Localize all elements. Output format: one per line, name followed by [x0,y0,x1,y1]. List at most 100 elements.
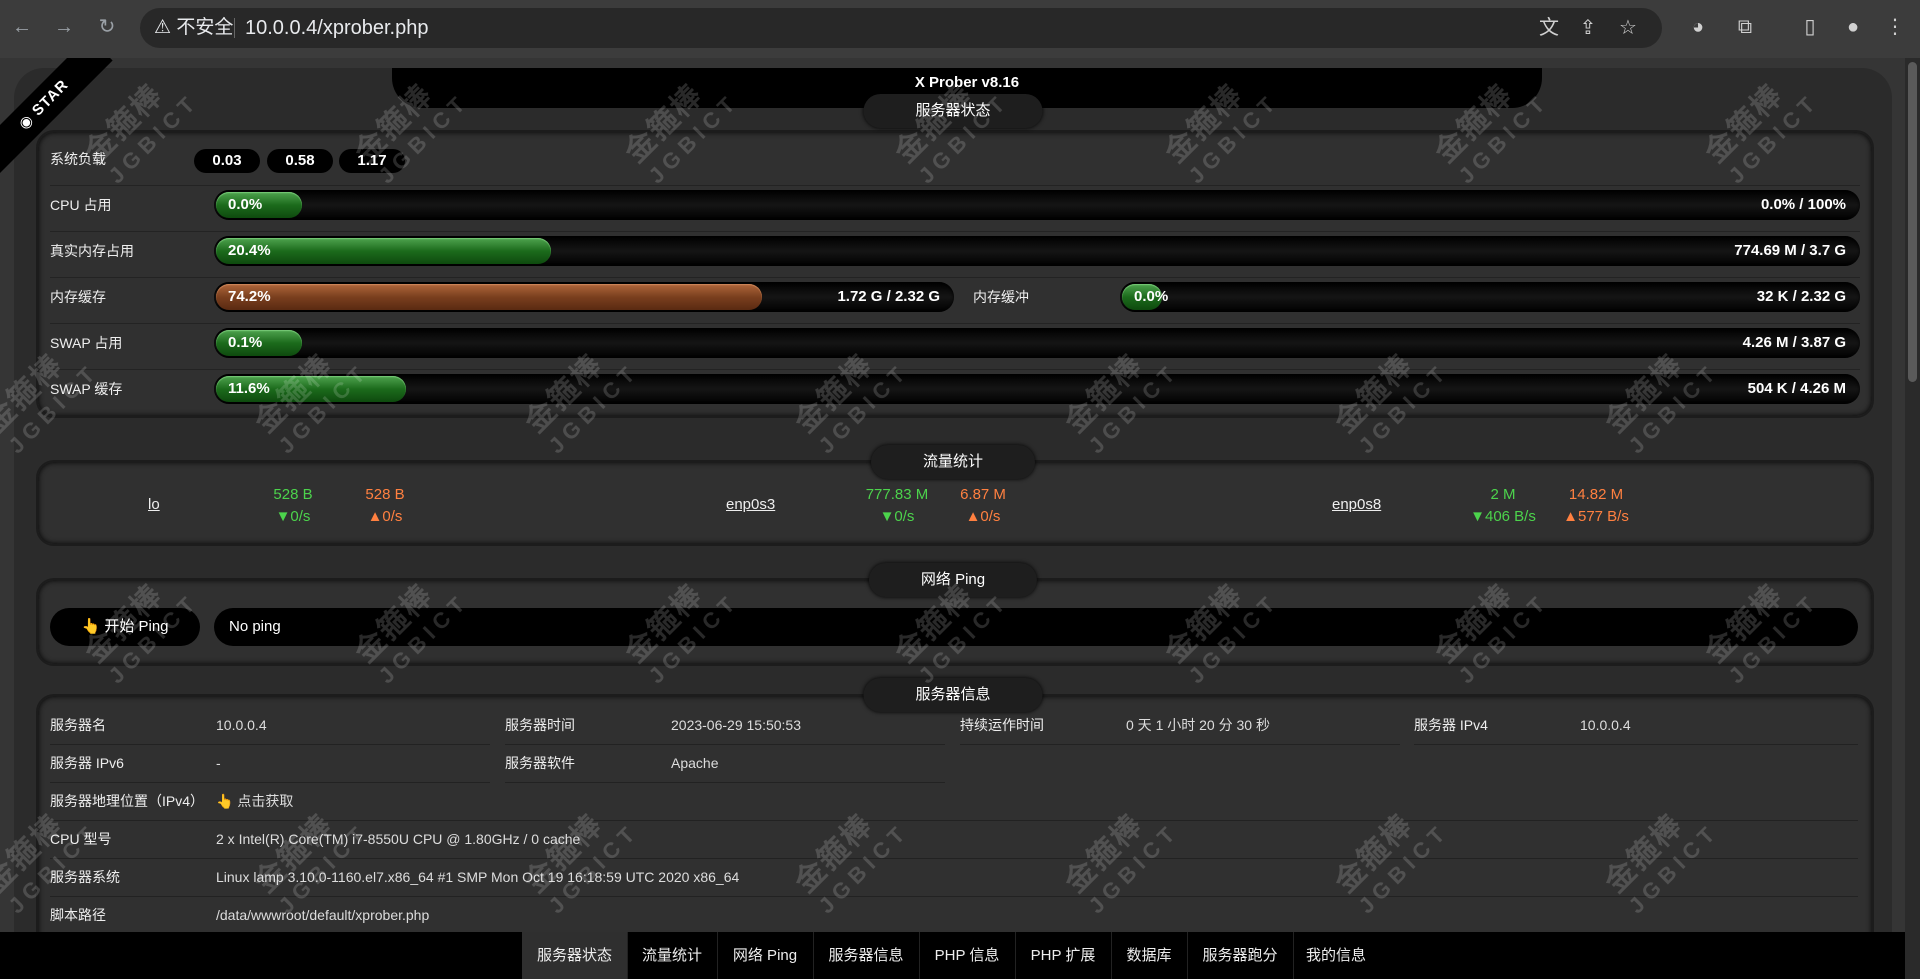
server-time-value: 2023-06-29 15:50:53 [671,717,801,733]
mem-buffer-label: 内存缓冲 [973,289,1029,305]
side-panel-icon[interactable]: ▯ [1795,12,1825,42]
ipv4-cell: 服务器 IPv4 10.0.0.4 [1414,706,1858,745]
reload-icon[interactable]: ↻ [93,13,121,41]
profile-icon[interactable]: ● [1838,12,1868,42]
github-icon: ◉ [15,110,38,133]
script-path-cell: 脚本路径 /data/wwwroot/default/xprober.php [50,896,1858,935]
server-os-label: 服务器系统 [50,869,120,885]
extension-color-icon[interactable]: ◕ [1683,12,1713,42]
traffic-title-text: 流量统计 [922,453,984,470]
mem-buffer-bar: 0.0% 32 K / 2.32 G [1120,282,1860,312]
ipv4-label: 服务器 IPv4 [1414,717,1488,733]
swap-cache-bar: 11.6% 504 K / 4.26 M [214,374,1860,404]
mem-cache-percent: 74.2% [228,288,271,305]
server-software-cell: 服务器软件 Apache [505,744,945,783]
share-icon[interactable]: ⇪ [1573,13,1603,43]
swap-used-value: 4.26 M / 3.87 G [1742,334,1846,351]
not-secure-indicator[interactable]: ⚠ 不安全 [154,8,233,48]
lo-tx-total: 528 B [365,486,405,503]
scrollbar-thumb[interactable] [1908,62,1917,382]
translate-icon[interactable]: 文 [1534,13,1564,43]
swap-used-row: SWAP 占用 0.1% 4.26 M / 3.87 G [50,324,1860,370]
ipv6-label: 服务器 IPv6 [50,755,124,771]
mem-cache-label: 内存缓存 [50,289,106,305]
uptime-value: 0 天 1 小时 20 分 30 秒 [1126,717,1270,733]
load-1min: 0.03 [194,149,260,173]
server-status-card: 系统负载 0.03 0.58 1.17 CPU 占用 0.0% 0.0% / 1… [36,130,1874,418]
server-status-title-text: 服务器状态 [915,102,991,119]
url-separator [234,18,235,38]
ping-result: No ping [214,608,1858,646]
back-icon[interactable]: ← [8,13,36,41]
enp0s8-rx-total: 2 M [1490,486,1516,503]
interface-enp0s3[interactable]: enp0s3 [726,496,775,513]
nav-server-status[interactable]: 服务器状态 [522,932,628,979]
geo-location-fetch-link[interactable]: 👆 点击获取 [216,782,293,820]
server-os-value: Linux lamp 3.10.0-1160.el7.x86_64 #1 SMP… [216,869,740,885]
address-bar[interactable]: ⚠ 不安全 10.0.0.4/xprober.php 文 ⇪ ☆ [140,8,1662,48]
extensions-puzzle-icon[interactable]: ⧉ [1730,12,1760,42]
swap-cache-percent: 11.6% [228,380,270,397]
menu-kebab-icon[interactable]: ⋮ [1880,12,1910,42]
url-text[interactable]: 10.0.0.4/xprober.php [245,8,428,48]
cpu-model-cell: CPU 型号 2 x Intel(R) Core(TM) i7-8550U CP… [50,820,1858,859]
lo-rx-rate: ▼0/s [275,508,311,525]
server-info-title[interactable]: 服务器信息 [863,678,1043,712]
real-mem-value: 774.69 M / 3.7 G [1734,242,1846,259]
cpu-model-value: 2 x Intel(R) Core(TM) i7-8550U CPU @ 1.8… [216,831,581,847]
nav-database[interactable]: 数据库 [1111,932,1188,979]
interface-enp0s8[interactable]: enp0s8 [1332,496,1381,513]
nav-php-info[interactable]: PHP 信息 [919,932,1016,979]
lo-rx-total: 528 B [273,486,313,503]
enp0s8-tx-rate: ▲577 B/s [1563,508,1629,525]
real-mem-label: 真实内存占用 [50,243,134,259]
cpu-row: CPU 占用 0.0% 0.0% / 100% [50,186,1860,232]
swap-used-percent: 0.1% [228,334,263,351]
bottom-nav: 服务器状态 流量统计 网络 Ping 服务器信息 PHP 信息 PHP 扩展 数… [0,932,1905,979]
script-path-label: 脚本路径 [50,907,106,923]
geo-location-cell: 服务器地理位置（IPv4） 👆 点击获取 [50,782,1858,821]
swap-cache-row: SWAP 缓存 11.6% 504 K / 4.26 M [50,370,1860,415]
nav-traffic[interactable]: 流量统计 [627,932,718,979]
nav-php-extensions[interactable]: PHP 扩展 [1015,932,1112,979]
nav-ping[interactable]: 网络 Ping [717,932,814,979]
bookmark-star-icon[interactable]: ☆ [1613,13,1643,43]
enp0s3-tx-total: 6.87 M [960,486,1006,503]
server-software-value: Apache [671,755,719,771]
ipv6-value: - [216,755,221,771]
load-5min: 0.58 [267,149,333,173]
swap-cache-label: SWAP 缓存 [50,381,123,397]
cpu-label: CPU 占用 [50,197,112,213]
enp0s8-rx-rate: ▼406 B/s [1470,508,1536,525]
start-ping-button[interactable]: 👆 开始 Ping [50,608,200,646]
cpu-model-label: CPU 型号 [50,831,112,847]
real-mem-percent: 20.4% [228,242,271,259]
ping-title[interactable]: 网络 Ping [868,563,1038,597]
server-name-cell: 服务器名 10.0.0.4 [50,706,490,745]
server-software-label: 服务器软件 [505,755,575,771]
server-name-value: 10.0.0.4 [216,717,267,733]
load-15min: 1.17 [339,149,405,173]
traffic-title[interactable]: 流量统计 [870,445,1036,479]
ipv6-cell: 服务器 IPv6 - [50,744,490,783]
swap-used-bar: 0.1% 4.26 M / 3.87 G [214,328,1860,358]
server-status-title[interactable]: 服务器状态 [863,94,1043,128]
nav-my-info[interactable]: 我的信息 [1293,932,1379,979]
mem-cache-bar: 74.2% 1.72 G / 2.32 G [214,282,954,312]
geo-location-label: 服务器地理位置（IPv4） [50,793,205,809]
mem-buffer-value: 32 K / 2.32 G [1756,288,1846,305]
mem-cache-fill [216,284,763,310]
nav-benchmark[interactable]: 服务器跑分 [1187,932,1294,979]
real-mem-row: 真实内存占用 20.4% 774.69 M / 3.7 G [50,232,1860,278]
lo-tx-rate: ▲0/s [367,508,403,525]
ping-title-text: 网络 Ping [920,571,986,588]
page-viewport: X Prober v8.16 系统负载 0.03 0.58 1.17 CPU 占… [0,58,1920,979]
page-scrollbar[interactable] [1905,58,1920,979]
forward-icon[interactable]: → [50,13,78,41]
enp0s3-tx-rate: ▲0/s [965,508,1001,525]
server-name-label: 服务器名 [50,717,106,733]
nav-server-info[interactable]: 服务器信息 [813,932,920,979]
cpu-usage-value: 0.0% / 100% [1760,196,1846,213]
enp0s3-rx-rate: ▼0/s [879,508,915,525]
interface-lo[interactable]: lo [148,496,160,513]
